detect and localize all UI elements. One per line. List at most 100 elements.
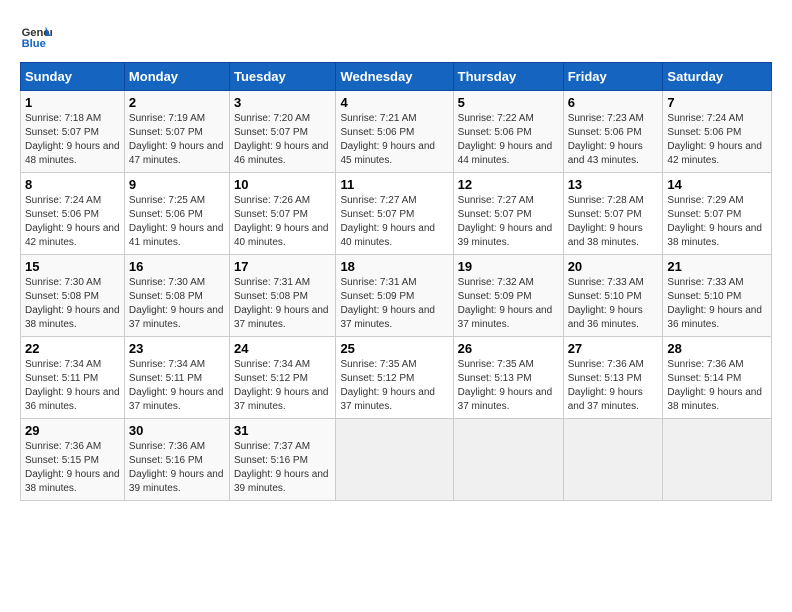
day-number: 31	[234, 423, 331, 438]
day-info: Sunrise: 7:30 AMSunset: 5:08 PMDaylight:…	[129, 277, 224, 330]
calendar-cell: 11 Sunrise: 7:27 AMSunset: 5:07 PMDaylig…	[336, 173, 453, 255]
day-number: 27	[568, 341, 659, 356]
calendar-cell: 2 Sunrise: 7:19 AMSunset: 5:07 PMDayligh…	[124, 91, 229, 173]
col-header-monday: Monday	[124, 63, 229, 91]
calendar-cell: 30 Sunrise: 7:36 AMSunset: 5:16 PMDaylig…	[124, 419, 229, 501]
day-info: Sunrise: 7:21 AMSunset: 5:06 PMDaylight:…	[340, 113, 435, 166]
calendar-cell: 14 Sunrise: 7:29 AMSunset: 5:07 PMDaylig…	[663, 173, 772, 255]
calendar-cell: 21 Sunrise: 7:33 AMSunset: 5:10 PMDaylig…	[663, 255, 772, 337]
day-info: Sunrise: 7:22 AMSunset: 5:06 PMDaylight:…	[458, 113, 553, 166]
day-info: Sunrise: 7:25 AMSunset: 5:06 PMDaylight:…	[129, 195, 224, 248]
col-header-friday: Friday	[563, 63, 663, 91]
day-info: Sunrise: 7:33 AMSunset: 5:10 PMDaylight:…	[568, 277, 644, 330]
day-number: 1	[25, 95, 120, 110]
calendar-cell: 16 Sunrise: 7:30 AMSunset: 5:08 PMDaylig…	[124, 255, 229, 337]
day-info: Sunrise: 7:26 AMSunset: 5:07 PMDaylight:…	[234, 195, 329, 248]
calendar-cell: 12 Sunrise: 7:27 AMSunset: 5:07 PMDaylig…	[453, 173, 563, 255]
calendar-cell: 9 Sunrise: 7:25 AMSunset: 5:06 PMDayligh…	[124, 173, 229, 255]
calendar-cell	[563, 419, 663, 501]
calendar-cell	[453, 419, 563, 501]
day-info: Sunrise: 7:23 AMSunset: 5:06 PMDaylight:…	[568, 113, 644, 166]
day-info: Sunrise: 7:34 AMSunset: 5:11 PMDaylight:…	[25, 359, 120, 412]
calendar-cell: 27 Sunrise: 7:36 AMSunset: 5:13 PMDaylig…	[563, 337, 663, 419]
col-header-saturday: Saturday	[663, 63, 772, 91]
logo-icon: General Blue	[20, 20, 52, 52]
calendar-cell: 5 Sunrise: 7:22 AMSunset: 5:06 PMDayligh…	[453, 91, 563, 173]
day-number: 12	[458, 177, 559, 192]
calendar-cell: 10 Sunrise: 7:26 AMSunset: 5:07 PMDaylig…	[229, 173, 335, 255]
calendar-cell	[336, 419, 453, 501]
day-number: 6	[568, 95, 659, 110]
day-info: Sunrise: 7:18 AMSunset: 5:07 PMDaylight:…	[25, 113, 120, 166]
day-number: 22	[25, 341, 120, 356]
col-header-wednesday: Wednesday	[336, 63, 453, 91]
logo: General Blue	[20, 20, 56, 52]
calendar-cell: 29 Sunrise: 7:36 AMSunset: 5:15 PMDaylig…	[21, 419, 125, 501]
day-info: Sunrise: 7:24 AMSunset: 5:06 PMDaylight:…	[667, 113, 762, 166]
day-number: 8	[25, 177, 120, 192]
day-number: 20	[568, 259, 659, 274]
day-number: 15	[25, 259, 120, 274]
day-info: Sunrise: 7:36 AMSunset: 5:14 PMDaylight:…	[667, 359, 762, 412]
calendar-cell: 4 Sunrise: 7:21 AMSunset: 5:06 PMDayligh…	[336, 91, 453, 173]
col-header-sunday: Sunday	[21, 63, 125, 91]
calendar-cell: 15 Sunrise: 7:30 AMSunset: 5:08 PMDaylig…	[21, 255, 125, 337]
day-number: 25	[340, 341, 448, 356]
day-number: 19	[458, 259, 559, 274]
day-number: 13	[568, 177, 659, 192]
day-number: 29	[25, 423, 120, 438]
calendar-cell: 25 Sunrise: 7:35 AMSunset: 5:12 PMDaylig…	[336, 337, 453, 419]
day-info: Sunrise: 7:27 AMSunset: 5:07 PMDaylight:…	[340, 195, 435, 248]
day-info: Sunrise: 7:36 AMSunset: 5:16 PMDaylight:…	[129, 441, 224, 494]
day-number: 16	[129, 259, 225, 274]
day-number: 7	[667, 95, 767, 110]
day-number: 24	[234, 341, 331, 356]
calendar-cell: 19 Sunrise: 7:32 AMSunset: 5:09 PMDaylig…	[453, 255, 563, 337]
col-header-thursday: Thursday	[453, 63, 563, 91]
day-number: 9	[129, 177, 225, 192]
day-info: Sunrise: 7:34 AMSunset: 5:11 PMDaylight:…	[129, 359, 224, 412]
calendar-cell: 31 Sunrise: 7:37 AMSunset: 5:16 PMDaylig…	[229, 419, 335, 501]
calendar-cell: 22 Sunrise: 7:34 AMSunset: 5:11 PMDaylig…	[21, 337, 125, 419]
day-number: 26	[458, 341, 559, 356]
day-info: Sunrise: 7:36 AMSunset: 5:15 PMDaylight:…	[25, 441, 120, 494]
calendar-cell: 7 Sunrise: 7:24 AMSunset: 5:06 PMDayligh…	[663, 91, 772, 173]
day-info: Sunrise: 7:33 AMSunset: 5:10 PMDaylight:…	[667, 277, 762, 330]
day-number: 5	[458, 95, 559, 110]
calendar-cell: 18 Sunrise: 7:31 AMSunset: 5:09 PMDaylig…	[336, 255, 453, 337]
day-info: Sunrise: 7:32 AMSunset: 5:09 PMDaylight:…	[458, 277, 553, 330]
calendar-cell: 8 Sunrise: 7:24 AMSunset: 5:06 PMDayligh…	[21, 173, 125, 255]
day-info: Sunrise: 7:35 AMSunset: 5:12 PMDaylight:…	[340, 359, 435, 412]
day-number: 3	[234, 95, 331, 110]
calendar-cell: 6 Sunrise: 7:23 AMSunset: 5:06 PMDayligh…	[563, 91, 663, 173]
day-info: Sunrise: 7:36 AMSunset: 5:13 PMDaylight:…	[568, 359, 644, 412]
day-number: 4	[340, 95, 448, 110]
day-number: 2	[129, 95, 225, 110]
day-info: Sunrise: 7:31 AMSunset: 5:08 PMDaylight:…	[234, 277, 329, 330]
calendar-cell: 28 Sunrise: 7:36 AMSunset: 5:14 PMDaylig…	[663, 337, 772, 419]
calendar-cell: 26 Sunrise: 7:35 AMSunset: 5:13 PMDaylig…	[453, 337, 563, 419]
day-number: 23	[129, 341, 225, 356]
calendar-cell: 20 Sunrise: 7:33 AMSunset: 5:10 PMDaylig…	[563, 255, 663, 337]
calendar-cell: 17 Sunrise: 7:31 AMSunset: 5:08 PMDaylig…	[229, 255, 335, 337]
calendar-cell: 24 Sunrise: 7:34 AMSunset: 5:12 PMDaylig…	[229, 337, 335, 419]
calendar-cell: 1 Sunrise: 7:18 AMSunset: 5:07 PMDayligh…	[21, 91, 125, 173]
day-number: 28	[667, 341, 767, 356]
day-info: Sunrise: 7:31 AMSunset: 5:09 PMDaylight:…	[340, 277, 435, 330]
page-header: General Blue	[20, 20, 772, 52]
day-number: 30	[129, 423, 225, 438]
day-info: Sunrise: 7:35 AMSunset: 5:13 PMDaylight:…	[458, 359, 553, 412]
day-info: Sunrise: 7:34 AMSunset: 5:12 PMDaylight:…	[234, 359, 329, 412]
svg-text:Blue: Blue	[22, 38, 46, 50]
day-number: 11	[340, 177, 448, 192]
day-info: Sunrise: 7:29 AMSunset: 5:07 PMDaylight:…	[667, 195, 762, 248]
day-info: Sunrise: 7:30 AMSunset: 5:08 PMDaylight:…	[25, 277, 120, 330]
calendar-cell: 23 Sunrise: 7:34 AMSunset: 5:11 PMDaylig…	[124, 337, 229, 419]
calendar-cell: 13 Sunrise: 7:28 AMSunset: 5:07 PMDaylig…	[563, 173, 663, 255]
day-info: Sunrise: 7:28 AMSunset: 5:07 PMDaylight:…	[568, 195, 644, 248]
calendar-table: SundayMondayTuesdayWednesdayThursdayFrid…	[20, 62, 772, 501]
col-header-tuesday: Tuesday	[229, 63, 335, 91]
calendar-cell: 3 Sunrise: 7:20 AMSunset: 5:07 PMDayligh…	[229, 91, 335, 173]
calendar-cell	[663, 419, 772, 501]
day-number: 14	[667, 177, 767, 192]
